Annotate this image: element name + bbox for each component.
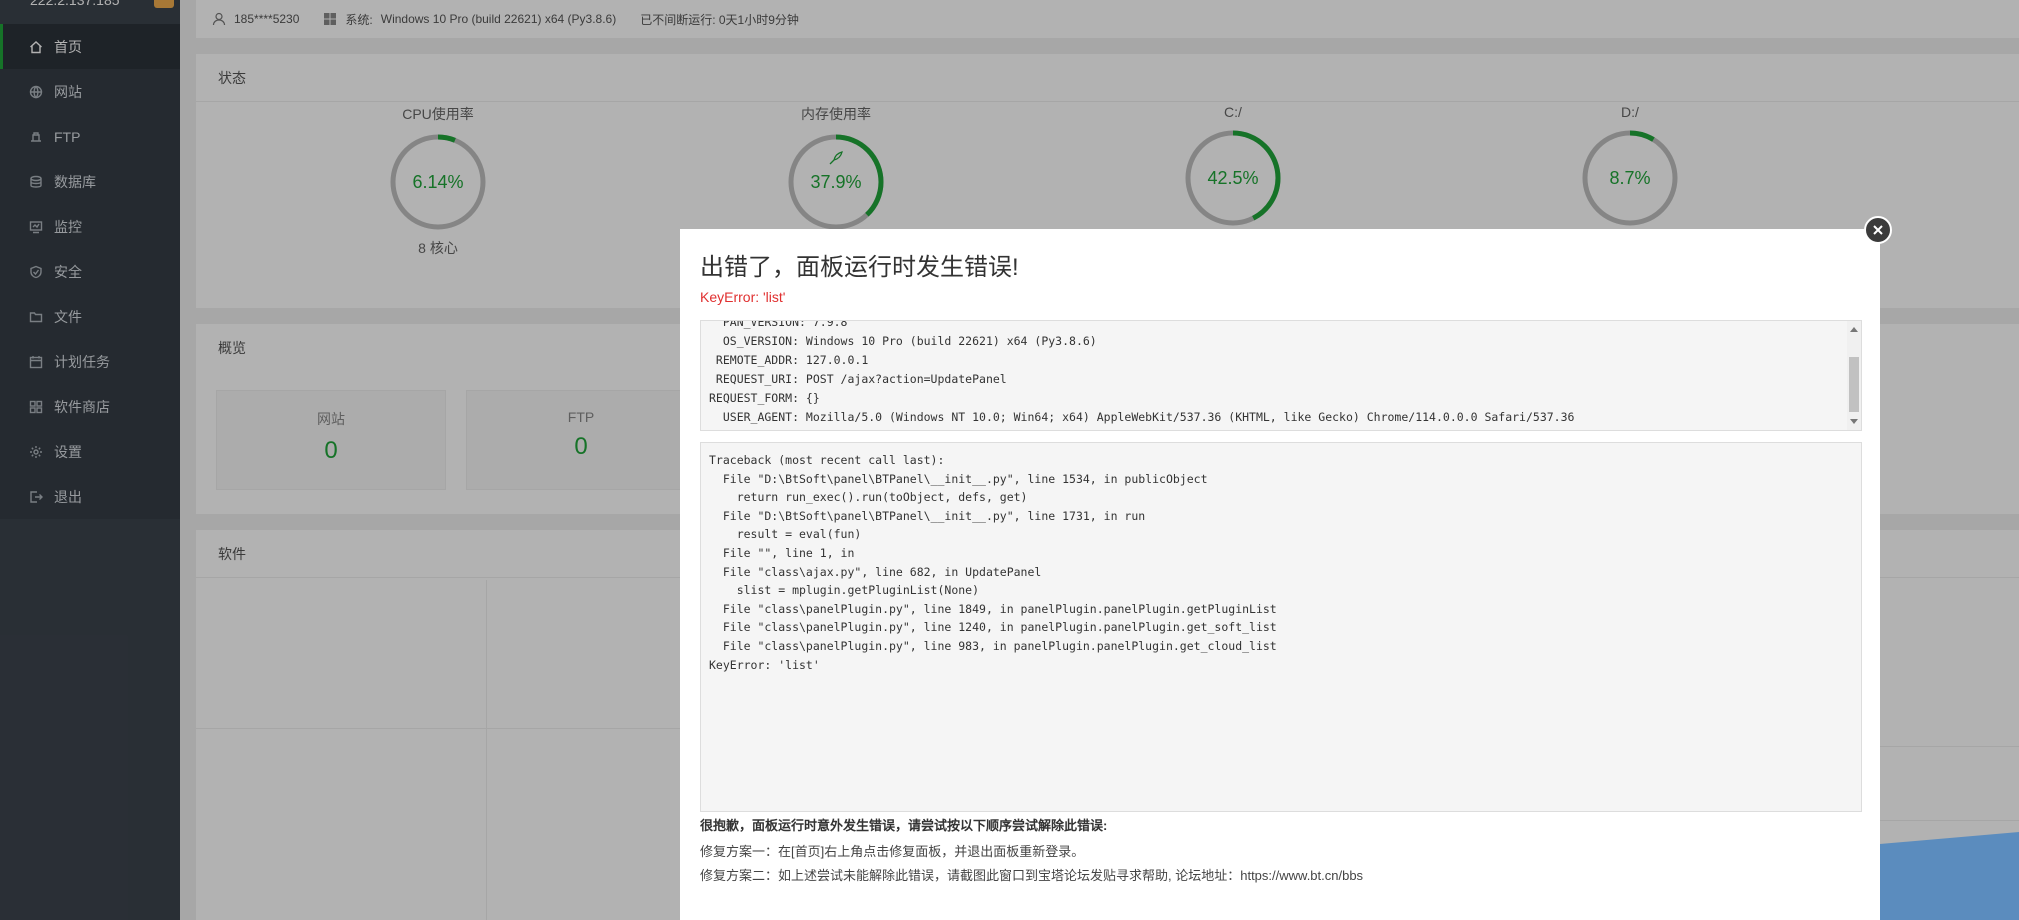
env-line: REQUEST_FORM: {} [709, 391, 820, 405]
error-dialog: 出错了，面板运行时发生错误! KeyError: 'list' PAN_VERS… [680, 229, 1880, 920]
traceback-line: File "class\panelPlugin.py", line 1849, … [709, 601, 1277, 616]
error-type: KeyError: 'list' [700, 289, 786, 305]
environment-info-box[interactable]: PAN_VERSION: 7.9.8 OS_VERSION: Windows 1… [700, 320, 1862, 431]
env-line: USER_AGENT: Mozilla/5.0 (Windows NT 10.0… [709, 410, 1575, 424]
traceback-line: File "", line 1, in [709, 545, 855, 560]
help-title: 很抱歉，面板运行时意外发生错误，请尝试按以下顺序尝试解除此错误: [700, 818, 1108, 833]
traceback-line: Traceback (most recent call last): [709, 453, 945, 467]
fix-option-1: 修复方案一：在[首页]右上角点击修复面板，并退出面板重新登录。 [700, 844, 1085, 859]
traceback-line: return run_exec().run(toObject, defs, ge… [709, 490, 1028, 505]
scroll-down-arrow-icon[interactable] [1850, 419, 1858, 424]
env-scrollbar[interactable] [1847, 321, 1861, 430]
environment-lines: PAN_VERSION: 7.9.8 OS_VERSION: Windows 1… [709, 320, 1575, 427]
env-line: REMOTE_ADDR: 127.0.0.1 [709, 353, 869, 367]
traceback-line: KeyError: 'list' [709, 657, 820, 672]
close-button[interactable] [1864, 216, 1892, 244]
error-title: 出错了，面板运行时发生错误! [700, 254, 1019, 281]
traceback-line: File "class\panelPlugin.py", line 1240, … [709, 620, 1277, 635]
background-chart [1880, 832, 2019, 920]
fix-option-2[interactable]: 修复方案二：如上述尝试未能解除此错误，请截图此窗口到宝塔论坛发贴寻求帮助, 论坛… [700, 865, 1363, 884]
traceback-box[interactable]: Traceback (most recent call last): File … [700, 442, 1862, 812]
traceback-line: slist = mplugin.getPluginList(None) [709, 583, 980, 598]
traceback-line: File "class\ajax.py", line 682, in Updat… [709, 564, 1042, 579]
scroll-thumb[interactable] [1849, 357, 1859, 412]
env-line: REQUEST_URI: POST /ajax?action=UpdatePan… [709, 372, 1007, 386]
traceback-lines: Traceback (most recent call last): File … [709, 451, 1277, 674]
traceback-line: File "class\panelPlugin.py", line 983, i… [709, 638, 1277, 653]
traceback-line: File "D:\BtSoft\panel\BTPanel\__init__.p… [709, 508, 1146, 523]
env-line: OS_VERSION: Windows 10 Pro (build 22621)… [709, 334, 1097, 348]
traceback-line: File "D:\BtSoft\panel\BTPanel\__init__.p… [709, 471, 1208, 486]
traceback-line: result = eval(fun) [709, 527, 862, 542]
close-icon [1873, 225, 1883, 235]
scroll-up-arrow-icon[interactable] [1850, 327, 1858, 332]
env-line: PAN_VERSION: 7.9.8 [709, 320, 848, 329]
